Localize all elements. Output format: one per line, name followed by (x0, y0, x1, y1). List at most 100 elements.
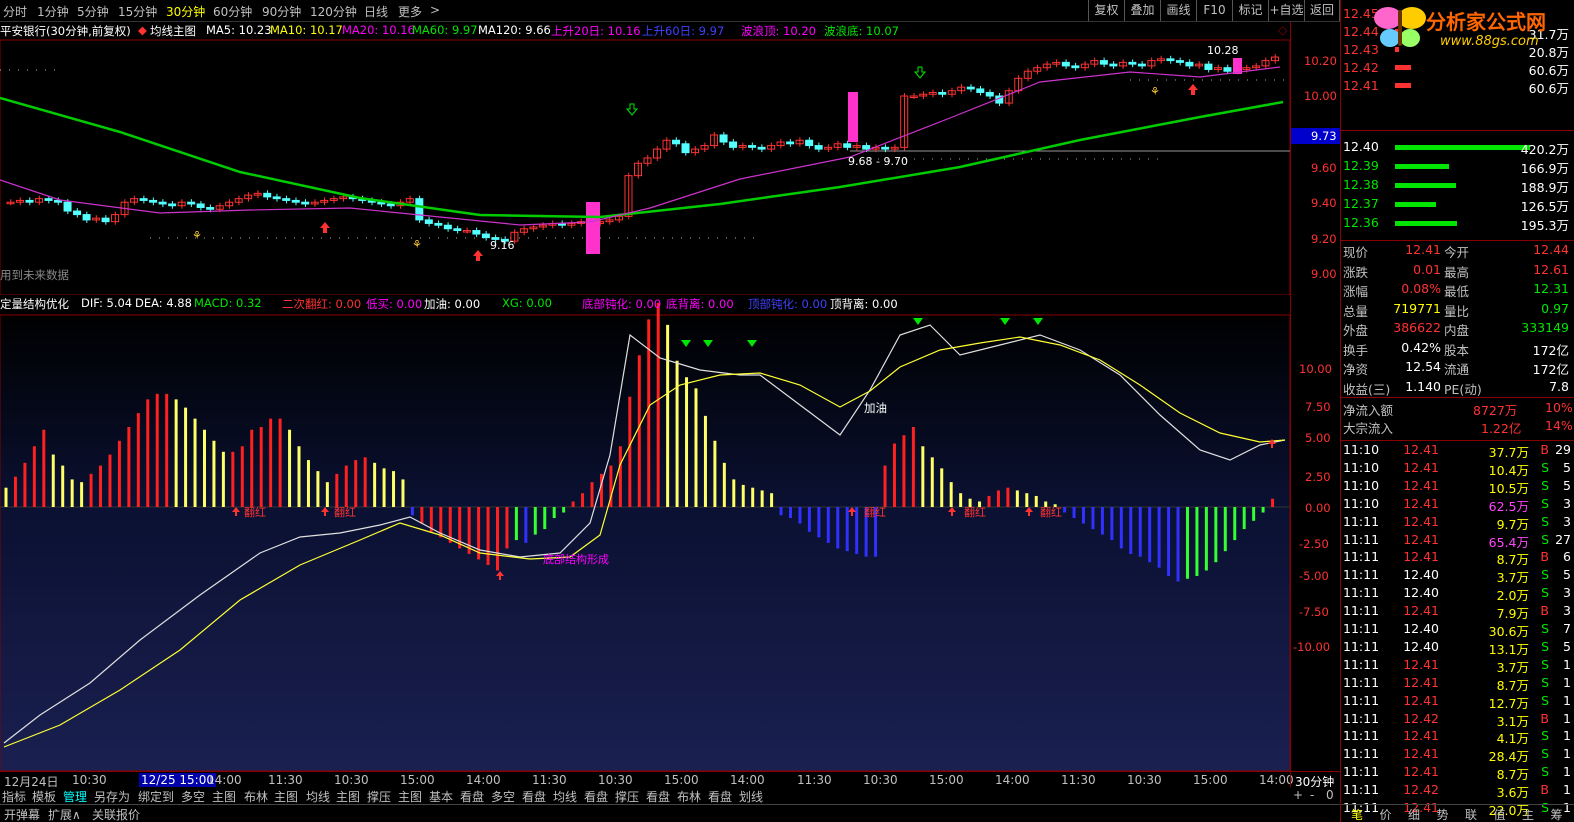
toolbar-tab[interactable]: 主图 (398, 788, 422, 805)
tick-row[interactable]: 11:11 12.41 9.7万 S 3 (1341, 514, 1574, 532)
tick-cell: S (1541, 746, 1549, 762)
tick-row[interactable]: 11:11 12.40 3.7万 S 5 (1341, 567, 1574, 585)
template-arrow-icon[interactable]: ◆ (138, 23, 147, 37)
toolbar-template[interactable]: 模板 (32, 788, 56, 805)
tick-list[interactable]: 11:10 12.41 37.7万 B 29 11:10 12.41 10.4万 S 5 11:10… (1341, 440, 1574, 818)
panel-tab[interactable]: 细 (1408, 806, 1420, 822)
ask-row[interactable]: 12.42 60.6万 (1343, 60, 1574, 78)
toolbar-tab[interactable]: 主图 (274, 788, 298, 805)
bid-row[interactable]: 12.39 166.9万 (1343, 158, 1574, 176)
quote-value: 0.01 (1413, 261, 1441, 277)
indicator-name[interactable]: 定量结构优化 (0, 296, 69, 312)
period-tab-120min[interactable]: 120分钟 (310, 3, 357, 20)
zoom-in-button[interactable]: + (1293, 788, 1303, 802)
toolbar-tab[interactable]: 基本 (429, 788, 453, 805)
period-indicator[interactable]: 30分钟 (1290, 771, 1340, 789)
tick-row[interactable]: 11:11 12.40 13.1万 S 5 (1341, 639, 1574, 657)
tick-row[interactable]: 11:10 12.41 37.7万 B 29 (1341, 442, 1574, 460)
panel-tab[interactable]: 联 (1465, 806, 1477, 822)
tick-row[interactable]: 11:11 12.41 8.7万 B 6 (1341, 549, 1574, 567)
ask-row[interactable]: 12.41 60.6万 (1343, 78, 1574, 96)
period-tab-5min[interactable]: 5分钟 (77, 3, 109, 20)
tick-row[interactable]: 11:11 12.41 4.1万 S 1 (1341, 728, 1574, 746)
toolbar-indicator[interactable]: 指标 (2, 788, 26, 805)
toolbar-tab[interactable]: 看盘 (584, 788, 608, 805)
bid-row[interactable]: 12.36 195.3万 (1343, 215, 1574, 233)
bid-row[interactable]: 12.40 420.2万 (1343, 139, 1574, 157)
expand-toggle[interactable]: 扩展∧ (48, 806, 81, 822)
toolbar-tab[interactable]: 撑压 (615, 788, 639, 805)
period-tab-90min[interactable]: 90分钟 (262, 3, 301, 20)
tick-row[interactable]: 11:11 12.41 12.7万 S 1 (1341, 693, 1574, 711)
period-tab-15min[interactable]: 15分钟 (118, 3, 157, 20)
tick-row[interactable]: 11:11 12.41 3.7万 S 1 (1341, 657, 1574, 675)
indicator-chart[interactable]: 定量结构优化 DIF: 5.04 DEA: 4.88 MACD: 0.32 二次… (0, 295, 1340, 771)
mark-button[interactable]: 标记 (1232, 0, 1268, 21)
danmaku-toggle[interactable]: 开弹幕 (4, 806, 40, 822)
period-tab-more[interactable]: 更多 (398, 3, 422, 20)
toolbar-tab[interactable]: 看盘 (460, 788, 484, 805)
tick-row[interactable]: 11:11 12.40 2.0万 S 3 (1341, 585, 1574, 603)
tick-cell: 11:11 (1343, 549, 1380, 565)
related-quote-button[interactable]: 关联报价 (92, 806, 140, 822)
tick-row[interactable]: 11:10 12.41 62.5万 S 3 (1341, 496, 1574, 514)
toolbar-bind[interactable]: 绑定到 (138, 788, 174, 805)
panel-tab[interactable]: 筹 (1551, 806, 1563, 822)
tick-cell: 1 (1563, 746, 1571, 762)
back-button[interactable]: 返回 (1304, 0, 1340, 21)
toolbar-tab[interactable]: 撑压 (367, 788, 391, 805)
toolbar-tab[interactable]: 主图 (212, 788, 236, 805)
panel-tab[interactable]: 主 (1522, 806, 1534, 822)
panel-tab[interactable]: 值 (1494, 806, 1506, 822)
f10-button[interactable]: F10 (1196, 0, 1232, 21)
chevron-right-icon[interactable]: > (430, 3, 440, 17)
toolbar-tab[interactable]: 布林 (677, 788, 701, 805)
toolbar-tab[interactable]: 看盘 (646, 788, 670, 805)
toolbar-save-as[interactable]: 另存为 (94, 788, 130, 805)
indicator-tick: 10.00 (1299, 362, 1332, 376)
toolbar-tab[interactable]: 多空 (181, 788, 205, 805)
template-name[interactable]: 均线主图 (150, 23, 196, 39)
panel-tab[interactable]: 笔 (1351, 806, 1363, 822)
tick-cell: S (1541, 764, 1549, 780)
panel-tab[interactable]: 价 (1380, 806, 1392, 822)
toolbar-tab[interactable]: 布林 (244, 788, 268, 805)
ma120-value: MA120: 9.66 (478, 23, 551, 37)
zoom-out-button[interactable]: - (1310, 788, 1314, 802)
zoom-reset-button[interactable]: 0 (1326, 788, 1334, 802)
toolbar-tab[interactable]: 划线 (739, 788, 763, 805)
main-kline-chart[interactable]: ⚘ ⚘ ⚘ 平安银行(30分钟,前复权) ◆ 均线主图 MA5: 10.23 MA1… (0, 22, 1341, 295)
toolbar-tab[interactable]: 主图 (336, 788, 360, 805)
tick-row[interactable]: 11:11 12.41 8.7万 S 1 (1341, 675, 1574, 693)
tick-row[interactable]: 11:10 12.41 10.4万 S 5 (1341, 460, 1574, 478)
tick-row[interactable]: 11:11 12.41 7.9万 B 3 (1341, 603, 1574, 621)
tick-row[interactable]: 11:11 12.40 30.6万 S 7 (1341, 621, 1574, 639)
toolbar-tab[interactable]: 均线 (553, 788, 577, 805)
toolbar-tab[interactable]: 看盘 (708, 788, 732, 805)
tick-row[interactable]: 11:11 12.41 65.4万 S 27 (1341, 532, 1574, 550)
tick-row[interactable]: 11:11 12.41 28.4万 S 1 (1341, 746, 1574, 764)
diamond-icon[interactable]: ◇ (1278, 23, 1287, 37)
add-watchlist-button[interactable]: +自选 (1268, 0, 1304, 21)
period-tab-30min[interactable]: 30分钟 (166, 3, 205, 20)
period-tab-intraday[interactable]: 分时 (3, 3, 27, 20)
chart-title: 平安银行(30分钟,前复权) (0, 24, 131, 38)
toolbar-manage[interactable]: 管理 (63, 788, 87, 805)
tick-row[interactable]: 11:10 12.41 10.5万 S 5 (1341, 478, 1574, 496)
panel-tab[interactable]: 势 (1437, 806, 1449, 822)
tick-cell: 1 (1563, 692, 1571, 708)
tick-row[interactable]: 11:11 12.42 3.6万 B 1 (1341, 782, 1574, 800)
adjust-button[interactable]: 复权 (1088, 0, 1124, 21)
toolbar-tab[interactable]: 多空 (491, 788, 515, 805)
tick-row[interactable]: 11:11 12.41 8.7万 S 1 (1341, 764, 1574, 782)
toolbar-tab[interactable]: 看盘 (522, 788, 546, 805)
period-tab-60min[interactable]: 60分钟 (213, 3, 252, 20)
period-tab-1min[interactable]: 1分钟 (37, 3, 69, 20)
tick-row[interactable]: 11:11 12.42 3.1万 B 1 (1341, 711, 1574, 729)
draw-line-button[interactable]: 画线 (1160, 0, 1196, 21)
toolbar-tab[interactable]: 均线 (306, 788, 330, 805)
period-tab-daily[interactable]: 日线 (364, 3, 388, 20)
bid-row[interactable]: 12.38 188.9万 (1343, 177, 1574, 195)
overlay-button[interactable]: 叠加 (1124, 0, 1160, 21)
bid-row[interactable]: 12.37 126.5万 (1343, 196, 1574, 214)
